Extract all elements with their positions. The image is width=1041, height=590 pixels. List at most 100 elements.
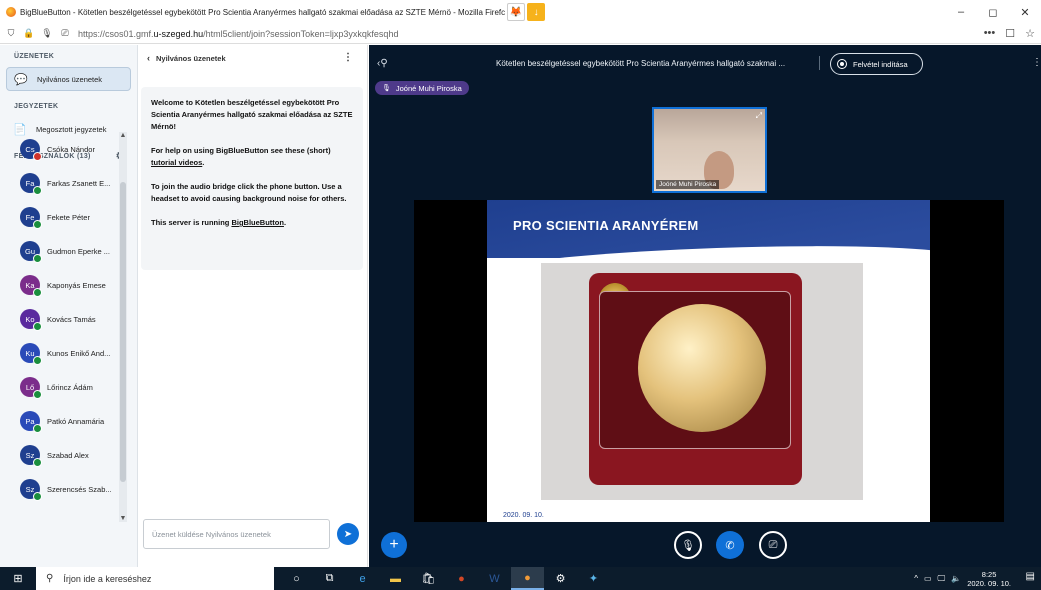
url-text[interactable]: https://csos01.gmf.u-szeged.hu/html5clie… xyxy=(78,29,398,39)
network-icon[interactable]: 🖵 xyxy=(938,574,946,584)
talking-indicator: 🎙 Joóné Muhi Piroska xyxy=(375,81,469,95)
task-view-icon[interactable]: ⧉ xyxy=(313,567,346,590)
microphone-icon: 🎙 xyxy=(382,85,391,92)
start-recording-button[interactable]: Felvétel indítása xyxy=(830,53,923,75)
user-list-scrollbar[interactable]: ▲ ▼ xyxy=(119,132,127,522)
maximize-button[interactable]: ◻ xyxy=(977,0,1009,24)
scrollbar-thumb[interactable] xyxy=(120,182,126,482)
send-button[interactable]: ➤ xyxy=(337,523,359,545)
minimize-button[interactable]: – xyxy=(945,0,977,24)
fullscreen-icon[interactable]: ⤢ xyxy=(756,111,762,121)
more-actions-icon[interactable]: ••• xyxy=(984,27,996,40)
tutorial-link[interactable]: tutorial videos xyxy=(151,158,202,167)
user-list-item[interactable]: Ku Kunos Enikő And... xyxy=(0,336,128,370)
user-name: Patkó Annamária xyxy=(47,416,105,426)
avatar: Gu xyxy=(20,241,42,263)
chat-options-icon[interactable]: ⋮ xyxy=(343,52,353,63)
windows-start-icon[interactable]: ⊞ xyxy=(0,567,36,590)
user-name: Gudmon Eperke ... xyxy=(47,246,110,256)
microphone-icon[interactable]: 🎙 xyxy=(40,28,54,39)
user-list-item[interactable]: Pa Patkó Annamária xyxy=(0,404,128,438)
edge-icon[interactable]: e xyxy=(346,567,379,590)
public-chat-label: Nyilvános üzenetek xyxy=(37,74,103,84)
system-tray: ^ ▭ 🖵 🔈 8:25 2020. 09. 10. xyxy=(914,567,1011,590)
chat-header[interactable]: ‹ Nyilvános üzenetek ⋮ xyxy=(139,45,367,71)
avatar: Cs xyxy=(20,139,42,161)
user-list-item[interactable]: Sz Szerencsés Szab... xyxy=(0,472,128,506)
user-list: Cs Csóka Nándor Fa Farkas Zsanett E... Fe Fek… xyxy=(0,132,128,522)
actions-plus-button[interactable]: + xyxy=(381,532,407,558)
status-icon xyxy=(33,322,42,331)
powerpoint-icon[interactable]: ● xyxy=(445,567,478,590)
word-icon[interactable]: W xyxy=(478,567,511,590)
lock-icon[interactable]: 🔒 xyxy=(22,28,36,39)
window-controls: – ◻ ✕ xyxy=(945,0,1041,24)
clock[interactable]: 8:25 2020. 09. 10. xyxy=(967,570,1011,588)
avatar-initials: Fe xyxy=(25,212,35,222)
avatar-initials: Cs xyxy=(25,144,35,154)
options-icon[interactable]: ⋮ xyxy=(1032,57,1041,68)
user-list-item[interactable]: Cs Csóka Nándor xyxy=(0,132,128,166)
presentation-area: PRO SCIENTIA ARANYÉREM 2020. 09. 10. xyxy=(414,200,1004,522)
user-name: Szabad Alex xyxy=(47,450,89,460)
help-suffix: . xyxy=(202,158,205,167)
user-list-item[interactable]: Fe Fekete Péter xyxy=(0,200,128,234)
file-explorer-icon[interactable]: ▬ xyxy=(379,567,412,590)
status-icon xyxy=(33,424,42,433)
main-area: ‹⚲ Kötetlen beszélgetéssel egybekötött P… xyxy=(369,45,1041,567)
messages-header: ÜZENETEK xyxy=(14,52,55,60)
store-icon[interactable]: 🛍 xyxy=(412,567,445,590)
user-list-item[interactable]: Ka Kaponyás Emese xyxy=(0,268,128,302)
share-webcam-button[interactable]: ⎚ xyxy=(759,531,787,559)
scroll-up-icon[interactable]: ▲ xyxy=(119,132,127,139)
app-icon[interactable]: ✦ xyxy=(577,567,610,590)
address-bar[interactable]: ⛉ 🔒 🎙 ⎚ https://csos01.gmf.u-szeged.hu/h… xyxy=(0,24,1041,44)
user-name: Csóka Nándor xyxy=(47,144,95,154)
topbar-divider xyxy=(819,56,820,70)
clock-date: 2020. 09. 10. xyxy=(967,578,1011,588)
public-chat-item[interactable]: 💬 Nyilvános üzenetek xyxy=(6,67,131,91)
presentation-slide: PRO SCIENTIA ARANYÉREM 2020. 09. 10. xyxy=(487,200,930,522)
search-icon: ⚲ xyxy=(46,573,54,584)
chat-message-input[interactable]: Üzenet küldése Nyilvános üzenetek xyxy=(143,519,330,549)
status-icon xyxy=(33,254,42,263)
taskbar-search[interactable]: ⚲ Írjon ide a kereséshez xyxy=(36,567,274,590)
camera-icon[interactable]: ⎚ xyxy=(58,28,72,39)
download-icon[interactable]: ↓ xyxy=(527,3,546,21)
user-list-item[interactable]: Gu Gudmon Eperke ... xyxy=(0,234,128,268)
close-button[interactable]: ✕ xyxy=(1009,0,1041,24)
user-list-item[interactable]: Ko Kovács Tamás xyxy=(0,302,128,336)
user-list-item[interactable]: Fa Farkas Zsanett E... xyxy=(0,166,128,200)
user-list-item[interactable]: Lő Lőrincz Ádám xyxy=(0,370,128,404)
status-icon xyxy=(33,288,42,297)
chevron-left-icon[interactable]: ‹ xyxy=(147,53,150,63)
firefox-taskbar-icon[interactable]: ● xyxy=(511,567,544,590)
firefox-tab-icon[interactable]: 🦊 xyxy=(507,3,526,21)
cortana-icon[interactable]: ○ xyxy=(280,567,313,590)
notifications-icon[interactable]: ▤ xyxy=(1026,571,1035,582)
user-name: Farkas Zsanett E... xyxy=(47,178,111,188)
tray-chevron-icon[interactable]: ^ xyxy=(914,574,918,583)
avatar: Ko xyxy=(20,309,42,331)
medal-photo xyxy=(541,263,863,500)
unmute-mic-button[interactable]: 🎙 xyxy=(674,531,702,559)
avatar-initials: Pa xyxy=(25,416,35,426)
bookmark-star-icon[interactable]: ☆ xyxy=(1025,27,1035,40)
status-icon xyxy=(33,152,42,161)
firefox-icon xyxy=(6,7,16,17)
slide-title: PRO SCIENTIA ARANYÉREM xyxy=(513,218,699,233)
users-toggle-icon[interactable]: ‹⚲ xyxy=(377,58,388,69)
bigbluebutton-link[interactable]: BigBlueButton xyxy=(231,218,284,227)
avatar: Sz xyxy=(20,479,42,501)
volume-icon[interactable]: 🔈 xyxy=(951,574,961,583)
settings-icon[interactable]: ⚙ xyxy=(544,567,577,590)
shield-icon[interactable]: ⛉ xyxy=(4,28,18,39)
battery-icon[interactable]: ▭ xyxy=(924,574,932,583)
pocket-icon[interactable]: ☐ xyxy=(1005,27,1015,40)
leave-audio-button[interactable]: ✆ xyxy=(716,531,744,559)
webcam-video[interactable]: ⤢ Joóné Muhi Piroska xyxy=(652,107,767,193)
avatar: Fa xyxy=(20,173,42,195)
avatar-initials: Sz xyxy=(25,484,35,494)
user-list-item[interactable]: Sz Szabad Alex xyxy=(0,438,128,472)
scroll-down-icon[interactable]: ▼ xyxy=(119,515,127,522)
